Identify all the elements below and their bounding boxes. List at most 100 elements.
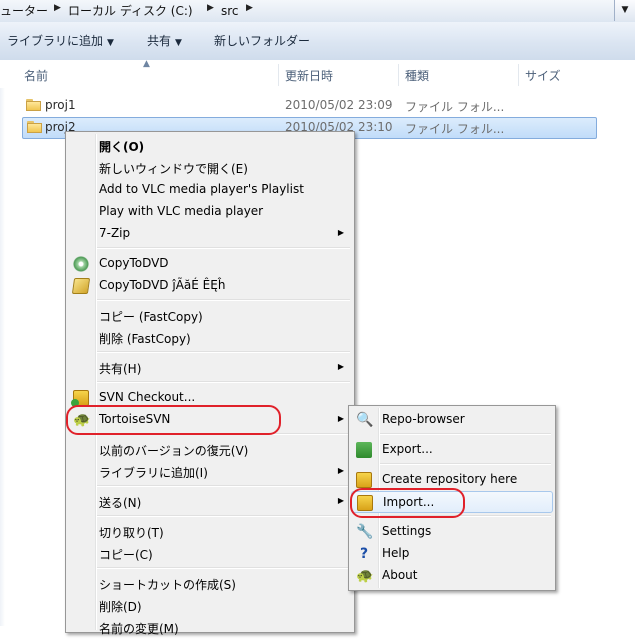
menu-item-label: 名前の変更(M)	[99, 622, 179, 636]
annotation-ring-import	[350, 488, 465, 518]
file-row-proj1[interactable]: proj1 2010/05/02 23:09 ファイル フォル...	[22, 96, 595, 116]
menu-item-about[interactable]: 🐢 About	[351, 565, 553, 587]
column-type[interactable]: 種類	[405, 67, 429, 84]
menu-item-label: About	[382, 568, 418, 582]
share-label: 共有	[147, 34, 172, 48]
menu-item-share[interactable]: 共有(H) ▶	[68, 357, 352, 379]
column-name[interactable]: 名前	[24, 67, 48, 84]
menu-item-label: 送る(N)	[99, 496, 142, 510]
menu-item-label: Settings	[382, 524, 432, 538]
context-menu: 開く(O) 新しいウィンドウで開く(E) Add to VLC media pl…	[65, 131, 355, 636]
breadcrumb-arrow-icon[interactable]: ▶	[54, 3, 61, 13]
column-header-row: ▲ 名前 更新日時 種類 サイズ	[0, 59, 635, 88]
address-bar[interactable]: ューター ▶ ローカル ディスク (C:) ▶ src ▶ ▼	[0, 0, 635, 23]
menu-item-open[interactable]: 開く(O)	[68, 135, 352, 157]
menu-item-settings[interactable]: 🔧 Settings	[351, 521, 553, 543]
menu-item-copytodvd-2[interactable]: CopyToDVD ĵÃăÉ ÊĘĥ	[68, 275, 352, 297]
add-to-library-label: ライブラリに追加	[7, 34, 104, 48]
menu-item-label: 削除 (FastCopy)	[99, 332, 191, 346]
menu-item-7zip[interactable]: 7-Zip ▶	[68, 223, 352, 245]
magnifier-icon: 🔍	[356, 412, 374, 428]
file-type: ファイル フォル...	[405, 122, 505, 136]
dvd-disc-icon	[73, 256, 89, 272]
menu-item-label: ライブラリに追加(I)	[99, 466, 208, 480]
menu-item-add-to-library[interactable]: ライブラリに追加(I) ▶	[68, 461, 352, 483]
file-name: proj1	[45, 98, 76, 112]
menu-item-label: 7-Zip	[99, 226, 131, 240]
add-to-library-button[interactable]: ライブラリに追加 ▼	[7, 32, 114, 50]
menu-item-label: Help	[382, 546, 410, 560]
menu-item-send-to[interactable]: 送る(N) ▶	[68, 491, 352, 513]
submenu-arrow-icon: ▶	[337, 496, 344, 505]
menu-item-restore-previous[interactable]: 以前のバージョンの復元(V)	[68, 439, 352, 461]
menu-separator	[97, 351, 350, 353]
menu-item-label: Create repository here	[382, 472, 518, 486]
menu-item-label: SVN Checkout...	[99, 390, 196, 404]
repository-icon	[356, 472, 372, 488]
submenu-arrow-icon: ▶	[337, 466, 344, 475]
breadcrumb-local-disk[interactable]: ローカル ディスク (C:)	[68, 3, 193, 19]
tortoise-icon: 🐢	[356, 568, 374, 584]
chevron-down-icon: ▼	[107, 38, 114, 48]
menu-item-label: Add to VLC media player's Playlist	[99, 182, 304, 196]
submenu-arrow-icon: ▶	[337, 362, 344, 371]
svn-checkout-icon	[71, 390, 89, 407]
menu-separator	[97, 567, 350, 569]
menu-item-rename[interactable]: 名前の変更(M)	[68, 617, 352, 639]
menu-item-help[interactable]: ? Help	[351, 543, 553, 565]
menu-separator	[97, 299, 350, 301]
column-divider[interactable]	[398, 64, 399, 86]
chevron-down-icon: ▼	[175, 38, 182, 48]
file-type: ファイル フォル...	[405, 100, 505, 114]
help-icon: ?	[359, 546, 369, 562]
menu-separator	[97, 381, 350, 383]
chevron-down-icon[interactable]: ▼	[614, 0, 635, 21]
menu-item-label: CopyToDVD	[99, 256, 169, 270]
menu-item-label: ショートカットの作成(S)	[99, 578, 236, 592]
annotation-ring-tortoisesvn	[66, 405, 281, 435]
menu-item-copy[interactable]: コピー(C)	[68, 543, 352, 565]
submenu-arrow-icon: ▶	[337, 228, 344, 237]
menu-separator	[97, 247, 350, 249]
column-divider[interactable]	[278, 64, 279, 86]
menu-item-vlc-play[interactable]: Play with VLC media player	[68, 201, 352, 223]
export-icon	[356, 442, 372, 458]
menu-item-label: 以前のバージョンの復元(V)	[99, 444, 249, 458]
settings-icon: 🔧	[356, 524, 374, 540]
menu-item-label: 新しいウィンドウで開く(E)	[99, 162, 248, 176]
menu-item-label: 削除(D)	[99, 600, 142, 614]
menu-item-label: Play with VLC media player	[99, 204, 264, 218]
menu-item-copytodvd[interactable]: CopyToDVD	[68, 253, 352, 275]
menu-item-label: コピー (FastCopy)	[99, 310, 203, 324]
menu-separator	[97, 515, 350, 517]
breadcrumb-src[interactable]: src	[221, 3, 239, 19]
menu-item-delete[interactable]: 削除(D)	[68, 595, 352, 617]
menu-item-vlc-playlist[interactable]: Add to VLC media player's Playlist	[68, 179, 352, 201]
menu-item-cut[interactable]: 切り取り(T)	[68, 521, 352, 543]
menu-item-fastcopy-copy[interactable]: コピー (FastCopy)	[68, 305, 352, 327]
menu-item-create-shortcut[interactable]: ショートカットの作成(S)	[68, 573, 352, 595]
menu-item-label: コピー(C)	[99, 548, 153, 562]
column-divider[interactable]	[518, 64, 519, 86]
column-size[interactable]: サイズ	[525, 67, 561, 84]
menu-item-label: 開く(O)	[99, 140, 145, 154]
menu-item-repo-browser[interactable]: 🔍 Repo-browser	[351, 409, 553, 431]
file-modified: 2010/05/02 23:09	[285, 98, 393, 112]
folder-icon	[26, 99, 41, 111]
menu-item-label: Repo-browser	[382, 412, 465, 426]
submenu-arrow-icon: ▶	[337, 414, 344, 423]
share-button[interactable]: 共有 ▼	[147, 32, 182, 50]
breadcrumb-computer[interactable]: ューター	[0, 3, 48, 19]
breadcrumb-arrow-icon[interactable]: ▶	[207, 3, 214, 13]
dvd-burn-icon	[71, 278, 91, 294]
menu-separator	[97, 485, 350, 487]
menu-item-label: Export...	[382, 442, 433, 456]
breadcrumb-arrow-icon[interactable]: ▶	[246, 3, 253, 13]
menu-item-fastcopy-delete[interactable]: 削除 (FastCopy)	[68, 327, 352, 349]
menu-item-open-new-window[interactable]: 新しいウィンドウで開く(E)	[68, 157, 352, 179]
menu-separator	[380, 463, 551, 465]
menu-item-export[interactable]: Export...	[351, 439, 553, 461]
sort-ascending-icon: ▲	[143, 59, 150, 69]
new-folder-button[interactable]: 新しいフォルダー	[214, 32, 310, 50]
column-modified[interactable]: 更新日時	[285, 67, 333, 84]
